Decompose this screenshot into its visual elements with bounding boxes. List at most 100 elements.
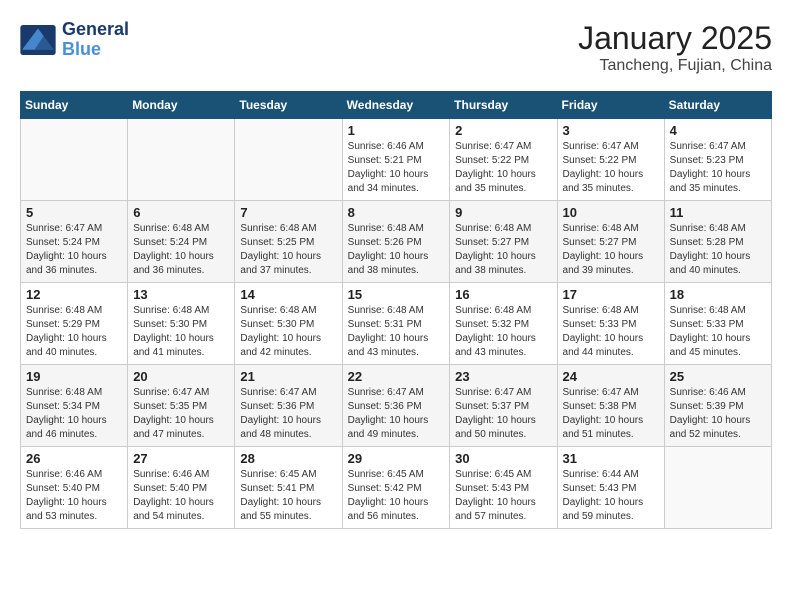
- day-number: 14: [240, 287, 336, 302]
- calendar-cell: 17 Sunrise: 6:48 AMSunset: 5:33 PMDayligh…: [557, 283, 664, 365]
- calendar-cell: 7 Sunrise: 6:48 AMSunset: 5:25 PMDaylight…: [235, 201, 342, 283]
- day-number: 20: [133, 369, 229, 384]
- day-info: Sunrise: 6:48 AMSunset: 5:29 PMDaylight:…: [26, 304, 122, 360]
- day-number: 27: [133, 451, 229, 466]
- day-info: Sunrise: 6:48 AMSunset: 5:28 PMDaylight:…: [670, 222, 766, 278]
- day-info: Sunrise: 6:48 AMSunset: 5:24 PMDaylight:…: [133, 222, 229, 278]
- calendar-cell: 9Sunrise: 6:48 AMSunset: 5:27 PMDaylight…: [450, 201, 557, 283]
- calendar-cell: 11Sunrise: 6:48 AMSunset: 5:28 PMDayligh…: [664, 201, 771, 283]
- calendar-cell: [664, 447, 771, 529]
- day-info: Sunrise: 6:47 AMSunset: 5:36 PMDaylight:…: [348, 386, 445, 442]
- day-info: Sunrise: 6:46 AMSunset: 5:40 PMDaylight:…: [133, 468, 229, 524]
- day-number: 31: [563, 451, 659, 466]
- calendar-cell: 26Sunrise: 6:46 AMSunset: 5:40 PMDayligh…: [21, 447, 128, 529]
- day-number: 29: [348, 451, 445, 466]
- calendar-cell: 14 Sunrise: 6:48 AMSunset: 5:30 PMDayligh…: [235, 283, 342, 365]
- calendar-week-row: 26 Sunrise: 6:46 AMSunset: 5:40 PMDayligh…: [21, 447, 772, 529]
- calendar-cell: 4 Sunrise: 6:47 AMSunset: 5:23 PMDaylight…: [664, 119, 771, 201]
- calendar-cell: 13 Sunrise: 6:48 AMSunset: 5:30 PMDayligh…: [128, 283, 235, 365]
- calendar-cell: 22Sunrise: 6:47 AMSunset: 5:36 PMDayligh…: [342, 365, 450, 447]
- day-info: Sunrise: 6:48 AMSunset: 5:30 PMDaylight:…: [240, 304, 336, 360]
- day-header-wednesday: Wednesday: [342, 92, 450, 119]
- calendar-cell: 27 Sunrise: 6:46 AMSunset: 5:40 PMDayligh…: [128, 447, 235, 529]
- calendar-cell: 15Sunrise: 6:48 AMSunset: 5:31 PMDayligh…: [342, 283, 450, 365]
- day-number: 7: [240, 205, 336, 220]
- day-number: 24: [563, 369, 659, 384]
- day-info: Sunrise: 6:47 AMSunset: 5:22 PMDaylight:…: [563, 140, 659, 196]
- day-info: Sunrise: 6:48 AMSunset: 5:30 PMDaylight:…: [133, 304, 229, 360]
- day-number: 30: [455, 451, 551, 466]
- calendar-cell: 2Sunrise: 6:47 AMSunset: 5:22 PMDaylight…: [450, 119, 557, 201]
- location: Tancheng, Fujian, China: [578, 57, 772, 75]
- day-info: Sunrise: 6:47 AMSunset: 5:38 PMDaylight:…: [563, 386, 659, 442]
- day-header-sunday: Sunday: [21, 92, 128, 119]
- calendar-week-row: 12 Sunrise: 6:48 AMSunset: 5:29 PMDayligh…: [21, 283, 772, 365]
- day-info: Sunrise: 6:45 AMSunset: 5:41 PMDaylight:…: [240, 468, 336, 524]
- day-number: 28: [240, 451, 336, 466]
- day-info: Sunrise: 6:48 AMSunset: 5:34 PMDaylight:…: [26, 386, 122, 442]
- day-number: 4: [670, 123, 766, 138]
- logo-icon: [20, 25, 56, 55]
- day-info: Sunrise: 6:46 AMSunset: 5:39 PMDaylight:…: [670, 386, 766, 442]
- calendar-cell: 12 Sunrise: 6:48 AMSunset: 5:29 PMDayligh…: [21, 283, 128, 365]
- title-block: January 2025 Tancheng, Fujian, China: [578, 20, 772, 75]
- calendar-cell: 28 Sunrise: 6:45 AMSunset: 5:41 PMDayligh…: [235, 447, 342, 529]
- day-info: Sunrise: 6:45 AMSunset: 5:42 PMDaylight:…: [348, 468, 445, 524]
- day-info: Sunrise: 6:45 AMSunset: 5:43 PMDaylight:…: [455, 468, 551, 524]
- calendar-cell: 1 Sunrise: 6:46 AMSunset: 5:21 PMDaylight…: [342, 119, 450, 201]
- day-info: Sunrise: 6:48 AMSunset: 5:32 PMDaylight:…: [455, 304, 551, 360]
- calendar-cell: 10 Sunrise: 6:48 AMSunset: 5:27 PMDayligh…: [557, 201, 664, 283]
- day-number: 6: [133, 205, 229, 220]
- calendar-cell: 23Sunrise: 6:47 AMSunset: 5:37 PMDayligh…: [450, 365, 557, 447]
- calendar-cell: [235, 119, 342, 201]
- day-info: Sunrise: 6:48 AMSunset: 5:33 PMDaylight:…: [670, 304, 766, 360]
- day-number: 19: [26, 369, 122, 384]
- day-header-saturday: Saturday: [664, 92, 771, 119]
- calendar-cell: 18 Sunrise: 6:48 AMSunset: 5:33 PMDayligh…: [664, 283, 771, 365]
- calendar-cell: 31Sunrise: 6:44 AMSunset: 5:43 PMDayligh…: [557, 447, 664, 529]
- day-info: Sunrise: 6:47 AMSunset: 5:24 PMDaylight:…: [26, 222, 122, 278]
- day-info: Sunrise: 6:48 AMSunset: 5:25 PMDaylight:…: [240, 222, 336, 278]
- day-info: Sunrise: 6:46 AMSunset: 5:21 PMDaylight:…: [348, 140, 445, 196]
- day-number: 12: [26, 287, 122, 302]
- day-number: 18: [670, 287, 766, 302]
- day-info: Sunrise: 6:48 AMSunset: 5:26 PMDaylight:…: [348, 222, 445, 278]
- day-info: Sunrise: 6:47 AMSunset: 5:36 PMDaylight:…: [240, 386, 336, 442]
- page-header: General Blue January 2025 Tancheng, Fuji…: [20, 20, 772, 75]
- day-info: Sunrise: 6:47 AMSunset: 5:23 PMDaylight:…: [670, 140, 766, 196]
- day-info: Sunrise: 6:48 AMSunset: 5:27 PMDaylight:…: [563, 222, 659, 278]
- day-number: 10: [563, 205, 659, 220]
- day-info: Sunrise: 6:47 AMSunset: 5:35 PMDaylight:…: [133, 386, 229, 442]
- day-number: 17: [563, 287, 659, 302]
- calendar-table: SundayMondayTuesdayWednesdayThursdayFrid…: [20, 91, 772, 529]
- day-number: 13: [133, 287, 229, 302]
- calendar-header-row: SundayMondayTuesdayWednesdayThursdayFrid…: [21, 92, 772, 119]
- day-header-tuesday: Tuesday: [235, 92, 342, 119]
- calendar-cell: 20 Sunrise: 6:47 AMSunset: 5:35 PMDayligh…: [128, 365, 235, 447]
- calendar-cell: 25 Sunrise: 6:46 AMSunset: 5:39 PMDayligh…: [664, 365, 771, 447]
- day-info: Sunrise: 6:48 AMSunset: 5:33 PMDaylight:…: [563, 304, 659, 360]
- day-number: 25: [670, 369, 766, 384]
- calendar-week-row: 5Sunrise: 6:47 AMSunset: 5:24 PMDaylight…: [21, 201, 772, 283]
- calendar-cell: 30 Sunrise: 6:45 AMSunset: 5:43 PMDayligh…: [450, 447, 557, 529]
- logo-text: General Blue: [62, 20, 129, 60]
- calendar-cell: 3 Sunrise: 6:47 AMSunset: 5:22 PMDaylight…: [557, 119, 664, 201]
- calendar-cell: [21, 119, 128, 201]
- day-info: Sunrise: 6:47 AMSunset: 5:22 PMDaylight:…: [455, 140, 551, 196]
- day-header-friday: Friday: [557, 92, 664, 119]
- day-number: 16: [455, 287, 551, 302]
- calendar-cell: 6 Sunrise: 6:48 AMSunset: 5:24 PMDaylight…: [128, 201, 235, 283]
- logo: General Blue: [20, 20, 129, 60]
- day-info: Sunrise: 6:48 AMSunset: 5:31 PMDaylight:…: [348, 304, 445, 360]
- calendar-cell: 5Sunrise: 6:47 AMSunset: 5:24 PMDaylight…: [21, 201, 128, 283]
- day-number: 21: [240, 369, 336, 384]
- day-header-thursday: Thursday: [450, 92, 557, 119]
- day-number: 1: [348, 123, 445, 138]
- day-info: Sunrise: 6:47 AMSunset: 5:37 PMDaylight:…: [455, 386, 551, 442]
- calendar-week-row: 19 Sunrise: 6:48 AMSunset: 5:34 PMDayligh…: [21, 365, 772, 447]
- calendar-cell: 16 Sunrise: 6:48 AMSunset: 5:32 PMDayligh…: [450, 283, 557, 365]
- calendar-week-row: 1 Sunrise: 6:46 AMSunset: 5:21 PMDaylight…: [21, 119, 772, 201]
- calendar-cell: 24 Sunrise: 6:47 AMSunset: 5:38 PMDayligh…: [557, 365, 664, 447]
- day-number: 3: [563, 123, 659, 138]
- day-number: 26: [26, 451, 122, 466]
